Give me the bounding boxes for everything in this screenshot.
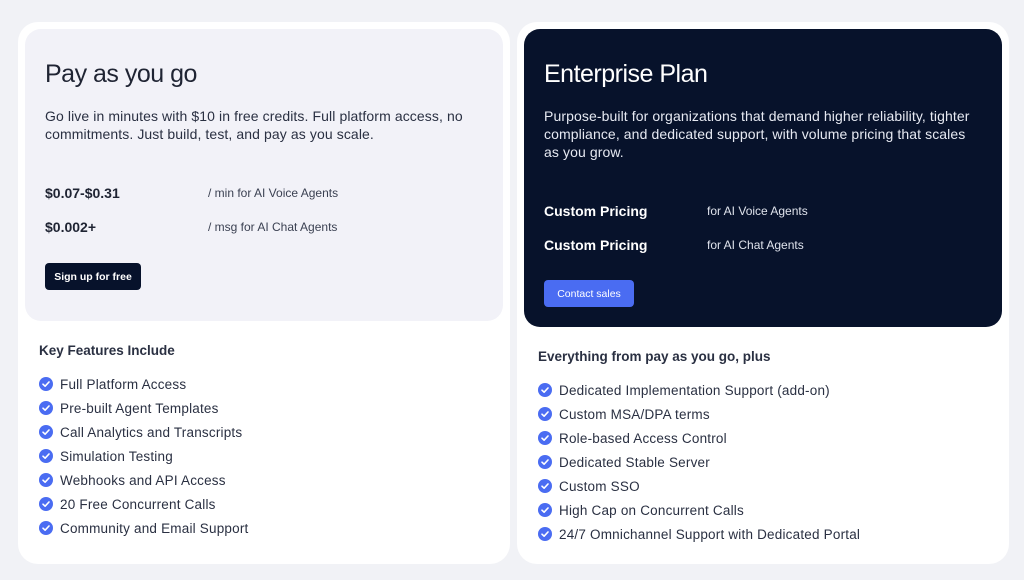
check-circle-icon — [39, 521, 53, 535]
plan-description: Go live in minutes with $10 in free cred… — [45, 108, 463, 142]
feature-item: Full Platform Access — [39, 372, 248, 396]
features-heading: Key Features Include — [39, 343, 175, 358]
feature-item: Dedicated Implementation Support (add-on… — [538, 378, 860, 402]
check-circle-icon — [538, 503, 552, 517]
sign-up-button[interactable]: Sign up for free — [45, 263, 141, 290]
feature-label: Dedicated Stable Server — [559, 454, 710, 470]
feature-item: Dedicated Stable Server — [538, 450, 860, 474]
feature-item: Webhooks and API Access — [39, 468, 248, 492]
price-unit: / min for AI Voice Agents — [208, 186, 339, 200]
pay-as-you-go-panel: Pay as you go Go live in minutes with $1… — [25, 29, 503, 321]
feature-item: Pre-built Agent Templates — [39, 396, 248, 420]
check-circle-icon — [39, 401, 53, 415]
feature-label: Webhooks and API Access — [60, 472, 226, 488]
price-value: $0.002+ — [45, 219, 96, 235]
check-circle-icon — [39, 449, 53, 463]
check-circle-icon — [538, 407, 552, 421]
check-circle-icon — [39, 473, 53, 487]
feature-label: 20 Free Concurrent Calls — [60, 496, 216, 512]
feature-list: Full Platform Access Pre-built Agent Temp… — [39, 372, 248, 540]
contact-sales-button[interactable]: Contact sales — [544, 280, 634, 307]
price-value: Custom Pricing — [544, 237, 648, 253]
feature-list: Dedicated Implementation Support (add-on… — [538, 378, 860, 546]
feature-item: 20 Free Concurrent Calls — [39, 492, 248, 516]
enterprise-panel: Enterprise Plan Purpose-built for organi… — [524, 29, 1002, 327]
feature-label: High Cap on Concurrent Calls — [559, 502, 744, 518]
feature-label: 24/7 Omnichannel Support with Dedicated … — [559, 526, 861, 542]
price-list: Custom Pricing for AI Voice Agents Custo… — [544, 201, 982, 255]
feature-item: Call Analytics and Transcripts — [39, 420, 248, 444]
price-row-voice: $0.07-$0.31 / min for AI Voice Agents — [45, 183, 483, 203]
price-row-voice: Custom Pricing for AI Voice Agents — [544, 201, 982, 221]
feature-item: Custom MSA/DPA terms — [538, 402, 860, 426]
feature-item: Role-based Access Control — [538, 426, 860, 450]
check-circle-icon — [538, 383, 552, 397]
feature-label: Simulation Testing — [60, 448, 173, 464]
feature-item: Custom SSO — [538, 474, 860, 498]
check-circle-icon — [538, 527, 552, 541]
feature-item: Simulation Testing — [39, 444, 248, 468]
features-section: Everything from pay as you go, plus Dedi… — [538, 348, 860, 546]
price-row-chat: $0.002+ / msg for AI Chat Agents — [45, 217, 483, 237]
price-unit: for AI Voice Agents — [707, 204, 808, 218]
price-value: $0.07-$0.31 — [45, 185, 120, 201]
features-section: Key Features Include Full Platform Acces… — [39, 342, 248, 540]
feature-label: Pre-built Agent Templates — [60, 400, 219, 416]
pay-as-you-go-card: Pay as you go Go live in minutes with $1… — [18, 22, 510, 564]
price-unit: / msg for AI Chat Agents — [208, 220, 338, 234]
feature-label: Role-based Access Control — [559, 430, 727, 446]
price-unit: for AI Chat Agents — [707, 238, 804, 252]
feature-label: Dedicated Implementation Support (add-on… — [559, 382, 830, 398]
check-circle-icon — [538, 455, 552, 469]
check-circle-icon — [39, 425, 53, 439]
enterprise-card: Enterprise Plan Purpose-built for organi… — [517, 22, 1009, 564]
feature-label: Community and Email Support — [60, 520, 249, 536]
feature-item: High Cap on Concurrent Calls — [538, 498, 860, 522]
check-circle-icon — [538, 431, 552, 445]
check-circle-icon — [39, 497, 53, 511]
feature-label: Custom MSA/DPA terms — [559, 406, 710, 422]
price-value: Custom Pricing — [544, 203, 648, 219]
check-circle-icon — [39, 377, 53, 391]
feature-item: 24/7 Omnichannel Support with Dedicated … — [538, 522, 860, 546]
feature-item: Community and Email Support — [39, 516, 248, 540]
feature-label: Call Analytics and Transcripts — [60, 424, 243, 440]
check-circle-icon — [538, 479, 552, 493]
feature-label: Custom SSO — [559, 478, 640, 494]
feature-label: Full Platform Access — [60, 376, 187, 392]
price-list: $0.07-$0.31 / min for AI Voice Agents $0… — [45, 183, 483, 237]
plan-title: Pay as you go — [45, 60, 197, 88]
plan-title: Enterprise Plan — [544, 60, 708, 88]
price-row-chat: Custom Pricing for AI Chat Agents — [544, 235, 982, 255]
plan-description: Purpose-built for organizations that dem… — [544, 108, 970, 160]
features-heading: Everything from pay as you go, plus — [538, 349, 771, 364]
